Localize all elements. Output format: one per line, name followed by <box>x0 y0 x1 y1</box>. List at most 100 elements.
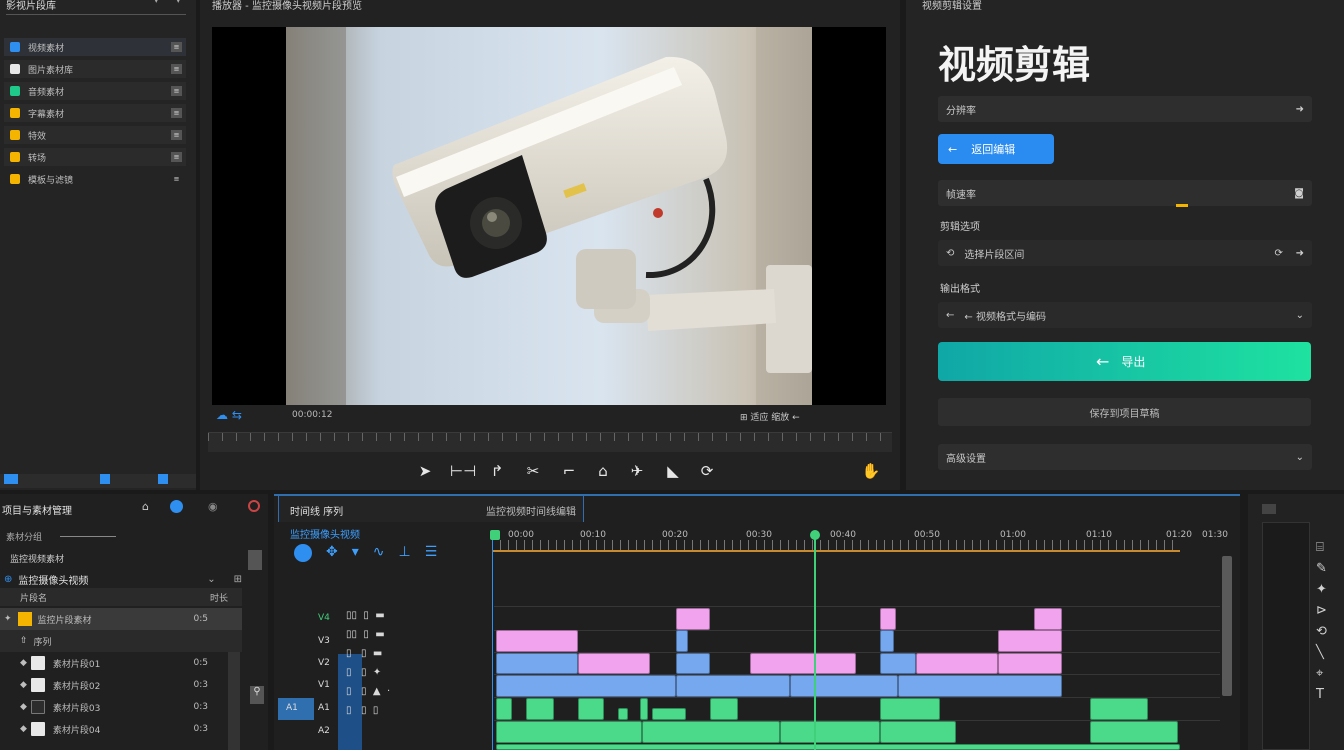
project-home-icon[interactable]: ⌂ <box>142 500 149 513</box>
project-scrollbar[interactable] <box>228 652 240 750</box>
playhead[interactable] <box>814 534 816 750</box>
library-item-templates[interactable]: 模板与滤镜 ≡ <box>4 170 186 188</box>
clip[interactable] <box>1090 721 1178 743</box>
home-tool-icon[interactable]: ⌂ <box>592 460 614 482</box>
track-lock-icon[interactable]: ▯▯ ▯ ▬ <box>346 610 390 621</box>
selection-tool-icon[interactable]: ⌸ <box>1316 540 1327 555</box>
track-label[interactable]: V4 <box>318 613 330 623</box>
export-button[interactable]: ← 导出 <box>938 342 1311 381</box>
library-menu-icon[interactable]: ▾ <box>154 0 159 6</box>
clip[interactable] <box>710 698 738 720</box>
library-footer-icon-2[interactable] <box>100 474 110 484</box>
clip[interactable] <box>880 653 916 674</box>
timeline-scrollbar[interactable] <box>1222 556 1232 696</box>
track-lock-icon[interactable]: ▯▯ ▯ ▬ <box>346 629 390 640</box>
clip[interactable] <box>880 721 956 743</box>
clip[interactable] <box>496 630 578 652</box>
project-globe-icon[interactable] <box>170 500 183 513</box>
clip-range-row[interactable]: ⟲ 选择片段区间 ⟳ ➜ <box>938 240 1312 266</box>
track-label-selected[interactable]: A1 <box>286 703 298 713</box>
library-item-audio[interactable]: 音频素材 ≡ <box>4 82 186 100</box>
timeline-tab-1[interactable]: 时间线 序列 <box>290 503 343 518</box>
crop-tool-icon[interactable]: ⌐ <box>558 460 580 482</box>
clip[interactable] <box>676 608 710 630</box>
clip[interactable] <box>880 608 896 630</box>
ripple-tool-icon[interactable]: ↱ <box>486 460 508 482</box>
advanced-settings-row[interactable]: 高级设置 ⌄ <box>938 444 1312 470</box>
format-select[interactable]: ← ← 视频格式与编码 ⌄ <box>938 302 1312 328</box>
clip[interactable] <box>916 653 998 674</box>
snap-icon[interactable] <box>294 544 312 562</box>
slip-tool-icon[interactable]: ⊳ <box>1316 603 1327 618</box>
clip[interactable] <box>998 630 1062 652</box>
timeline-tab-2[interactable]: 监控视频时间线编辑 <box>486 503 576 518</box>
clip[interactable] <box>578 698 604 720</box>
library-item-video[interactable]: 视频素材 ≡ <box>4 38 186 56</box>
trim-tool-icon[interactable]: ⊢⊣ <box>450 460 476 482</box>
clip[interactable] <box>676 653 710 674</box>
zoom-tool-icon[interactable]: ⌖ <box>1316 666 1327 681</box>
track-label[interactable]: V2 <box>318 658 330 668</box>
track-label[interactable]: A1 <box>318 703 330 713</box>
framerate-row[interactable]: 帧速率 ◙ <box>938 180 1312 206</box>
clip[interactable] <box>496 721 642 743</box>
split-icon[interactable]: ⊥ <box>399 544 411 562</box>
preview-right-controls[interactable]: ⊞ 适应 缩放 ← <box>740 410 800 423</box>
playhead-handle[interactable] <box>810 530 820 540</box>
project-selected-row[interactable]: ⊕ 监控摄像头视频 ⌄ ⊞ <box>4 570 242 588</box>
library-footer-icon[interactable] <box>4 474 18 484</box>
clip[interactable] <box>642 721 780 743</box>
project-file-row[interactable]: ◆ 素材片段01 0:5 <box>0 652 242 674</box>
clip[interactable] <box>618 708 628 720</box>
clip[interactable] <box>640 698 648 720</box>
clip[interactable] <box>998 653 1062 674</box>
clip[interactable] <box>496 698 512 720</box>
preview-left-controls[interactable]: ☁ ⇆ <box>216 408 242 422</box>
rotate-tool-icon[interactable]: ⟳ <box>696 460 718 482</box>
clip[interactable] <box>676 675 790 697</box>
project-eye-icon[interactable]: ◉ <box>208 500 218 513</box>
track-lock-icon[interactable]: ▯ ▯ ▬ <box>346 648 390 659</box>
track-lock-icon[interactable]: ▯ ▯ ▲ · <box>346 686 390 697</box>
track-lock-icon[interactable]: ▯ ▯ ▯ <box>346 705 390 716</box>
resolution-row[interactable]: 分辨率 ➜ <box>938 96 1312 122</box>
hand-tool-icon[interactable]: ✋ <box>860 460 882 482</box>
clip[interactable] <box>780 721 880 743</box>
library-item-transitions[interactable]: 转场 ≡ <box>4 148 186 166</box>
clip[interactable] <box>750 653 856 674</box>
clip[interactable] <box>790 675 898 697</box>
library-item-effects[interactable]: 特效 ≡ <box>4 126 186 144</box>
waveform-icon[interactable]: ∿ <box>373 544 385 562</box>
clip[interactable] <box>898 675 1062 697</box>
library-settings-icon[interactable]: ▾ <box>176 0 181 6</box>
pen-tool-icon[interactable]: ✎ <box>1316 561 1327 576</box>
track-label[interactable]: V3 <box>318 636 330 646</box>
location-pin-icon[interactable]: ⚲ <box>250 686 264 704</box>
clip[interactable] <box>1090 698 1148 720</box>
clip[interactable] <box>880 630 894 652</box>
clip[interactable] <box>880 698 940 720</box>
list-icon[interactable]: ☰ <box>425 544 438 562</box>
preview-scrubber[interactable] <box>208 432 892 452</box>
track-lock-icon[interactable]: ▯ ▯ ✦ <box>346 667 390 678</box>
pin-tool-icon[interactable]: ✦ <box>1316 582 1327 597</box>
clip[interactable] <box>496 744 1180 750</box>
rotate-tool-icon[interactable]: ⟲ <box>1316 624 1327 639</box>
clip[interactable] <box>496 675 676 697</box>
razor-tool-icon[interactable]: ✂ <box>522 460 544 482</box>
clip[interactable] <box>676 630 688 652</box>
ruler-start-marker[interactable] <box>490 530 500 540</box>
project-record-icon[interactable] <box>248 500 260 512</box>
clip[interactable] <box>578 653 650 674</box>
marker-icon[interactable]: ▾ <box>352 544 359 562</box>
library-footer-icon-3[interactable] <box>158 474 168 484</box>
clip[interactable] <box>526 698 554 720</box>
clip[interactable] <box>1034 608 1062 630</box>
track-label[interactable]: A2 <box>318 726 330 736</box>
project-file-row[interactable]: ◆ 素材片段02 0:3 <box>0 674 242 696</box>
play-tool-icon[interactable]: ➤ <box>414 460 436 482</box>
clip[interactable] <box>652 708 686 720</box>
timeline-ruler[interactable] <box>492 540 1180 552</box>
active-clip-row[interactable]: ✦ 监控片段素材 0:5 <box>0 608 242 630</box>
project-slider[interactable] <box>60 536 116 537</box>
